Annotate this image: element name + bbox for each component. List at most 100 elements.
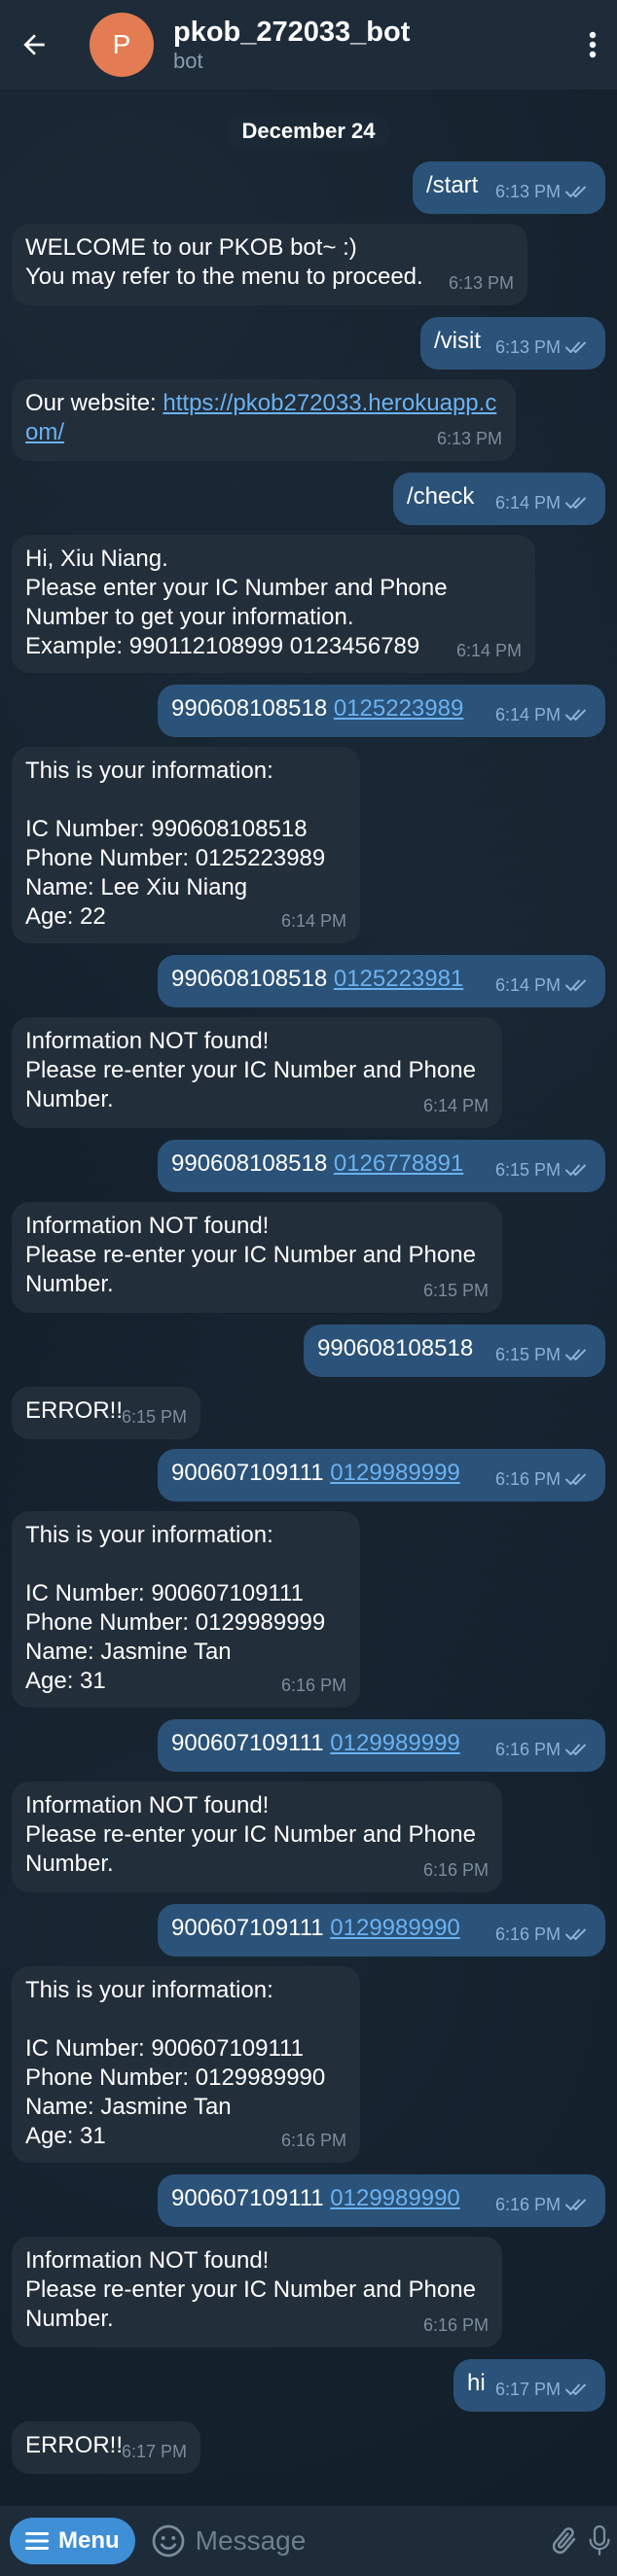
ic-number: 990608108518 <box>171 1150 334 1177</box>
message-input[interactable] <box>195 2518 547 2564</box>
incoming-message[interactable]: Information NOT found! Please re-enter y… <box>12 1782 502 1892</box>
message-time: 6:16 PM <box>494 1924 561 1944</box>
message-list[interactable]: December 24 /start 6:13 PM WELCOME to our … <box>0 89 617 2506</box>
message-time: 6:16 PM <box>494 1740 561 1759</box>
message-meta: 6:15 PM <box>495 1340 592 1369</box>
message-meta: 6:15 PM <box>122 1402 187 1431</box>
phone-number-link[interactable]: 0125223981 <box>334 966 463 992</box>
emoji-button[interactable] <box>151 2520 186 2562</box>
incoming-message[interactable]: Information NOT found! Please re-enter y… <box>12 2237 502 2347</box>
outgoing-message[interactable]: 990608108518 0125223981 6:14 PM <box>158 955 605 1007</box>
message-time: 6:15 PM <box>494 1345 561 1364</box>
message-text: WELCOME to our PKOB bot~ :) You may refe… <box>25 234 423 290</box>
incoming-message[interactable]: Our website: https://pkob272033.herokuap… <box>12 379 516 461</box>
double-check-icon <box>565 497 586 509</box>
phone-number-link[interactable]: 0126778891 <box>334 1150 463 1177</box>
chat-title: pkob_272033_bot <box>173 17 411 48</box>
incoming-message[interactable]: ERROR!! 6:17 PM <box>12 2421 200 2474</box>
back-arrow-icon <box>23 34 45 55</box>
message-time: 6:13 PM <box>436 429 502 448</box>
phone-number-link[interactable]: 0125223989 <box>334 695 463 722</box>
incoming-message[interactable]: This is your information: IC Number: 900… <box>12 1511 360 1708</box>
outgoing-message[interactable]: 990608108518 0125223989 6:14 PM <box>158 685 605 737</box>
incoming-message[interactable]: WELCOME to our PKOB bot~ :) You may refe… <box>12 224 527 305</box>
message-text: Information NOT found! Please re-enter y… <box>25 1028 476 1112</box>
message-meta: 6:13 PM <box>495 333 592 362</box>
message-meta: 6:13 PM <box>437 424 502 453</box>
message-text: Our website: https://pkob272033.herokuap… <box>25 389 502 447</box>
incoming-message[interactable]: This is your information: IC Number: 900… <box>12 1966 360 2163</box>
phone-number-link[interactable]: 0129989999 <box>330 1460 459 1486</box>
outgoing-message[interactable]: hi 6:17 PM <box>454 2359 605 2412</box>
double-check-icon <box>565 2199 586 2210</box>
message-time: 6:16 PM <box>494 1469 561 1489</box>
ic-number: 990608108518 <box>171 966 334 992</box>
outgoing-message[interactable]: /check 6:14 PM <box>393 473 605 525</box>
phone-number-link[interactable]: 0129989999 <box>330 1730 459 1756</box>
message-time: 6:15 PM <box>121 1407 187 1427</box>
message-prefix: Our website: <box>25 390 163 416</box>
message-time: 6:17 PM <box>494 2380 561 2399</box>
menu-button[interactable]: Menu <box>10 2518 135 2564</box>
message-time: 6:16 PM <box>494 2195 561 2214</box>
incoming-message[interactable]: This is your information: IC Number: 990… <box>12 747 360 943</box>
voice-record-button[interactable] <box>582 2512 617 2570</box>
message-text: This is your information: IC Number: 900… <box>25 1977 326 2149</box>
ic-number: 900607109111 <box>171 1730 331 1756</box>
outgoing-message[interactable]: 900607109111 0129989999 6:16 PM <box>158 1449 605 1501</box>
outgoing-message[interactable]: 900607109111 0129989990 6:16 PM <box>158 1904 605 1957</box>
incoming-message[interactable]: Hi, Xiu Niang. Please enter your IC Numb… <box>12 535 535 673</box>
incoming-message[interactable]: Information NOT found! Please re-enter y… <box>12 1202 502 1313</box>
message-meta: 6:16 PM <box>423 1855 489 1885</box>
message-meta: 6:13 PM <box>495 177 592 206</box>
menu-button-label: Menu <box>58 2527 120 2554</box>
outgoing-message[interactable]: /visit 6:13 PM <box>420 317 605 370</box>
message-meta: 6:13 PM <box>449 268 514 298</box>
ic-number: 900607109111 <box>171 1460 331 1486</box>
incoming-message[interactable]: ERROR!! 6:15 PM <box>12 1387 200 1439</box>
double-check-icon <box>565 341 586 353</box>
double-check-icon <box>565 979 586 991</box>
menu-lines-icon <box>25 2532 49 2550</box>
message-time: 6:14 PM <box>422 1096 489 1115</box>
attach-button[interactable] <box>547 2512 582 2570</box>
message-time: 6:15 PM <box>494 1160 561 1180</box>
outgoing-message[interactable]: 900607109111 0129989999 6:16 PM <box>158 1719 605 1772</box>
double-check-icon <box>565 709 586 721</box>
more-options-button[interactable] <box>568 0 617 89</box>
ic-number: 900607109111 <box>171 1915 331 1941</box>
chat-header: P pkob_272033_bot bot <box>0 0 617 89</box>
avatar[interactable]: P <box>90 13 154 77</box>
phone-number-link[interactable]: 0129989990 <box>330 1915 459 1941</box>
outgoing-message[interactable]: 990608108518 6:15 PM <box>304 1324 605 1377</box>
outgoing-message[interactable]: 900607109111 0129989990 6:16 PM <box>158 2174 605 2227</box>
message-text: Information NOT found! Please re-enter y… <box>25 2247 476 2332</box>
incoming-message[interactable]: Information NOT found! Please re-enter y… <box>12 1017 502 1128</box>
phone-number-link[interactable]: 0129989990 <box>330 2185 459 2211</box>
message-text: This is your information: IC Number: 990… <box>25 758 326 930</box>
message-meta: 6:14 PM <box>456 636 522 665</box>
message-meta: 6:16 PM <box>423 2311 489 2340</box>
double-check-icon <box>565 2383 586 2395</box>
double-check-icon <box>565 1349 586 1360</box>
message-time: 6:16 PM <box>422 1860 489 1880</box>
message-time: 6:17 PM <box>121 2442 187 2461</box>
message-time: 6:14 PM <box>494 493 561 512</box>
outgoing-message[interactable]: 990608108518 0126778891 6:15 PM <box>158 1140 605 1192</box>
message-time: 6:13 PM <box>494 182 561 201</box>
back-button[interactable] <box>0 0 68 89</box>
double-check-icon <box>565 1164 586 1176</box>
message-time: 6:13 PM <box>494 337 561 357</box>
message-meta: 6:16 PM <box>495 2190 592 2219</box>
emoji-icon <box>152 2524 185 2558</box>
message-text: Hi, Xiu Niang. Please enter your IC Numb… <box>25 546 448 659</box>
outgoing-message[interactable]: /start 6:13 PM <box>413 161 605 214</box>
message-time: 6:14 PM <box>280 911 346 931</box>
double-check-icon <box>565 1473 586 1485</box>
more-vertical-icon <box>589 31 597 58</box>
message-text: Information NOT found! Please re-enter y… <box>25 1213 476 1297</box>
message-meta: 6:14 PM <box>495 700 592 729</box>
message-time: 6:15 PM <box>422 1281 489 1300</box>
chat-title-block[interactable]: pkob_272033_bot bot <box>173 16 568 74</box>
message-meta: 6:15 PM <box>423 1276 489 1305</box>
